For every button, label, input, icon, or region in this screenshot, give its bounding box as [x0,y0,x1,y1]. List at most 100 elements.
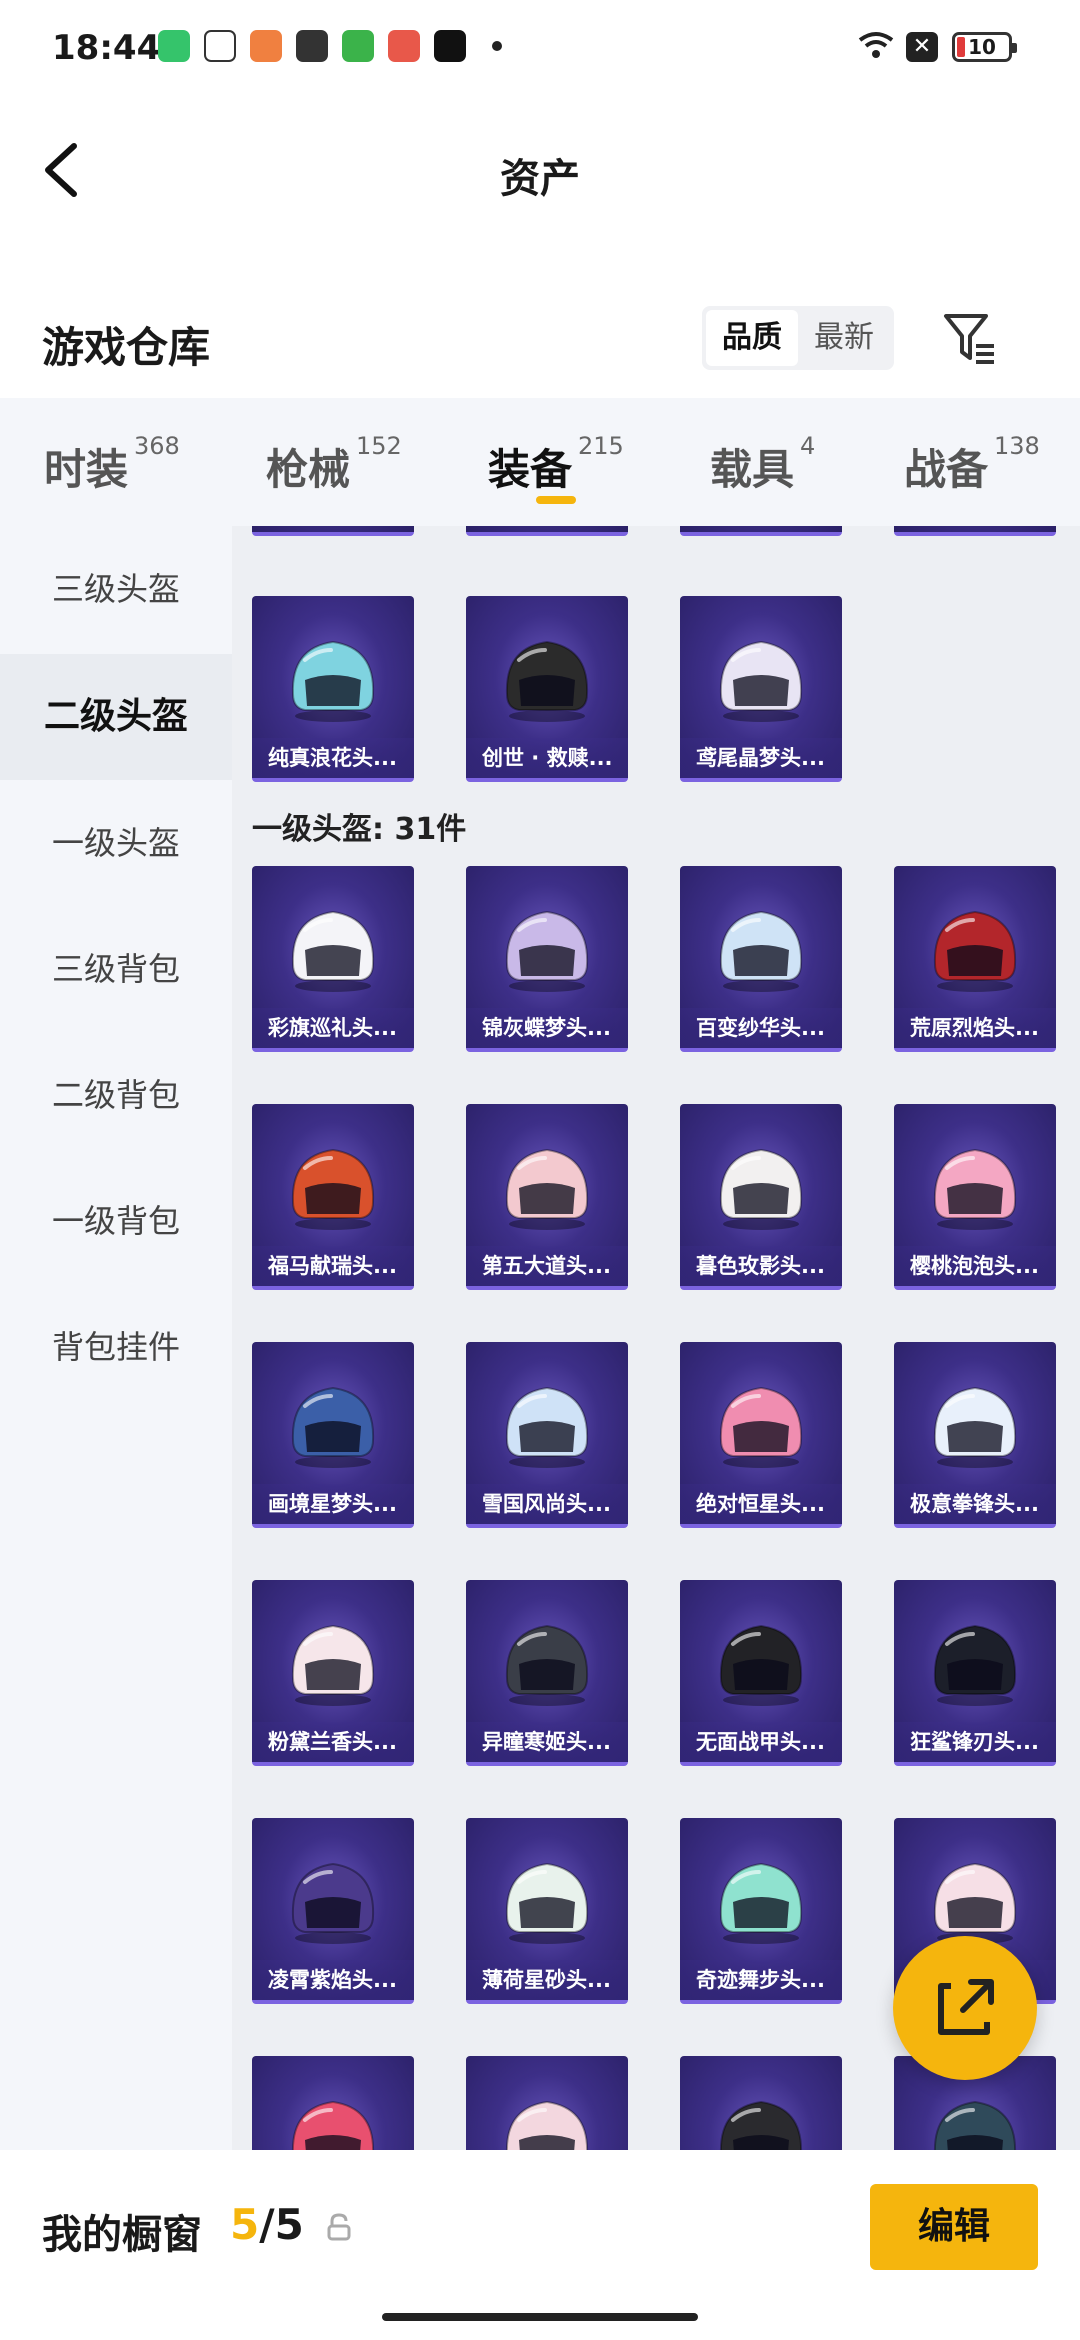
sidebar-item-backpack-pendant[interactable]: 背包挂件 [0,1284,232,1410]
status-time: 18:44 [52,28,161,68]
tab-fashion[interactable]: 时装 368 [44,432,180,497]
item-card[interactable] [680,2056,842,2150]
helmet-icon [505,1862,589,1944]
item-card[interactable]: 百变纱华头... [680,866,842,1052]
edit-button[interactable]: 编辑 [870,2184,1038,2270]
helmet-icon [719,1148,803,1230]
helmet-icon [505,1148,589,1230]
item-name: 极意拳锋头... [894,1484,1056,1524]
item-card[interactable] [466,2056,628,2150]
item-card-partial[interactable] [252,526,414,536]
item-name: 狂鲨锋刃头... [894,1722,1056,1762]
item-name: 第五大道头... [466,1246,628,1286]
item-card[interactable]: 异瞳寒姬头... [466,1580,628,1766]
helmet-icon [719,1862,803,1944]
helmet-icon [934,2100,1016,2150]
helmet-icon [505,910,589,992]
item-card[interactable]: 荒原烈焰头... [894,866,1056,1052]
item-card[interactable]: 雪国风尚头... [466,1342,628,1528]
item-card[interactable]: 狂鲨锋刃头... [894,1580,1056,1766]
item-card[interactable]: 粉黛兰香头... [252,1580,414,1766]
filter-button[interactable] [940,308,1000,368]
item-card[interactable]: 极意拳锋头... [894,1342,1056,1528]
helmet-icon [719,640,803,722]
item-card[interactable]: 画境星梦头... [252,1342,414,1528]
item-name: 粉黛兰香头... [252,1722,414,1762]
group-label-level1: 一级头盔: 31件 [252,812,467,847]
tab-supplies[interactable]: 战备 138 [904,432,1040,497]
item-card[interactable]: 绝对恒星头... [680,1342,842,1528]
helmet-icon [291,910,375,992]
helmet-icon [933,910,1017,992]
item-name: 纯真浪花头... [252,738,414,778]
more-dot-icon [492,41,502,51]
item-name: 异瞳寒姬头... [466,1722,628,1762]
item-card-partial[interactable] [466,526,628,536]
app-icon [158,30,190,62]
item-name: 创世 · 救赎... [466,738,628,778]
sidebar-item-level3-helmet[interactable]: 三级头盔 [0,526,232,652]
helmet-icon [719,910,803,992]
item-name: 画境星梦头... [252,1484,414,1524]
sidebar-item-level3-backpack[interactable]: 三级背包 [0,906,232,1032]
tiktok-icon [434,30,466,62]
item-card[interactable]: 第五大道头... [466,1104,628,1290]
tab-vehicles[interactable]: 载具 4 [710,432,815,497]
item-card[interactable]: 鸢尾晶梦头... [680,596,842,782]
item-name: 鸢尾晶梦头... [680,738,842,778]
item-card[interactable]: 樱桃泡泡头... [894,1104,1056,1290]
external-link-icon [938,1979,994,2035]
sort-toggle: 品质 最新 [702,306,894,370]
item-name: 福马献瑞头... [252,1246,414,1286]
item-card-partial[interactable] [894,526,1056,536]
warehouse-title: 游戏仓库 [42,323,211,372]
item-card[interactable]: 创世 · 救赎... [466,596,628,782]
lock-icon [326,2212,352,2242]
helmet-icon [291,1386,375,1468]
item-card[interactable]: 无面战甲头... [680,1580,842,1766]
item-name: 薄荷星砂头... [466,1960,628,2000]
item-card[interactable]: 奇迹舞步头... [680,1818,842,2004]
helmet-icon [291,1148,375,1230]
helmet-icon [292,2100,374,2150]
helmet-icon [505,1386,589,1468]
sidebar-item-level1-helmet[interactable]: 一级头盔 [0,780,232,906]
helmet-icon [291,1624,375,1706]
showcase-count: 5/5 [230,2200,304,2249]
item-name: 百变纱华头... [680,1008,842,1048]
item-card[interactable]: 锦灰蝶梦头... [466,866,628,1052]
sidebar-item-level2-helmet[interactable]: 二级头盔 [0,654,232,780]
item-name: 无面战甲头... [680,1722,842,1762]
sidebar: 三级头盔 二级头盔 一级头盔 三级背包 二级背包 一级背包 背包挂件 [0,526,232,2150]
helmet-icon [291,640,375,722]
item-name: 彩旗巡礼头... [252,1008,414,1048]
category-tabs: 时装 368 枪械 152 装备 215 载具 4 战备 138 [0,398,1080,526]
helmet-icon [933,1624,1017,1706]
item-card[interactable]: 纯真浪花头... [252,596,414,782]
tab-weapons[interactable]: 枪械 152 [266,432,402,497]
filter-icon [944,314,994,364]
showcase-bar: 我的橱窗 5/5 编辑 [0,2150,1080,2340]
tab-equipment[interactable]: 装备 215 [488,432,624,497]
helmet-icon [933,1862,1017,1944]
share-button[interactable] [893,1936,1037,2080]
item-card-partial[interactable] [680,526,842,536]
item-card[interactable]: 彩旗巡礼头... [252,866,414,1052]
item-name: 荒原烈焰头... [894,1008,1056,1048]
sidebar-item-level2-backpack[interactable]: 二级背包 [0,1032,232,1158]
item-card[interactable]: 暮色玫影头... [680,1104,842,1290]
sort-newest-button[interactable]: 最新 [798,310,890,366]
status-bar: 18:44 ✕ 10 [0,0,1080,100]
notification-icons [158,30,502,62]
helmet-icon [719,1624,803,1706]
sim-off-icon: ✕ [906,32,938,62]
sidebar-item-level1-backpack[interactable]: 一级背包 [0,1158,232,1284]
item-card[interactable]: 福马献瑞头... [252,1104,414,1290]
wechat-icon [296,30,328,62]
showcase-label: 我的橱窗 [42,2212,202,2258]
item-card[interactable]: 凌霄紫焰头... [252,1818,414,2004]
item-card[interactable]: 薄荷星砂头... [466,1818,628,2004]
item-card[interactable] [252,2056,414,2150]
sort-quality-button[interactable]: 品质 [706,310,798,366]
helmet-icon [505,1624,589,1706]
